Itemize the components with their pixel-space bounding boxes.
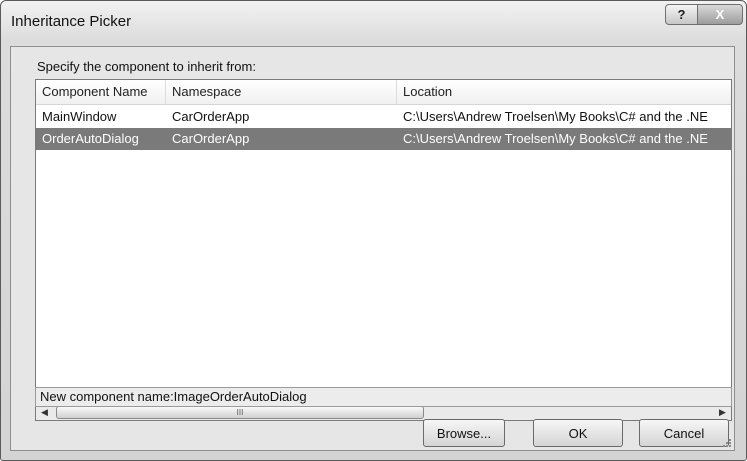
help-icon: ? [677,7,686,22]
cell-component-name: MainWindow [42,109,117,124]
list-header: Component Name Namespace Location [36,80,731,105]
browse-button[interactable]: Browse... [423,419,505,447]
window-title: Inheritance Picker [11,13,132,30]
list-row-selected[interactable]: OrderAutoDialog CarOrderApp C:\Users\And… [36,128,731,150]
cell-component-name: OrderAutoDialog [42,131,139,146]
cell-namespace: CarOrderApp [172,131,250,146]
column-header-namespace[interactable]: Namespace [166,80,397,104]
component-list[interactable]: Component Name Namespace Location MainWi… [35,79,732,421]
new-component-name-field: New component name:ImageOrderAutoDialog [35,387,732,407]
close-button[interactable]: X [697,4,743,25]
prompt-label: Specify the component to inherit from: [37,59,256,74]
list-row[interactable]: MainWindow CarOrderApp C:\Users\Andrew T… [36,106,731,128]
resize-grip-icon[interactable] [721,437,731,447]
cell-location: C:\Users\Andrew Troelsen\My Books\C# and… [403,109,708,124]
scrollbar-thumb[interactable]: III [56,406,424,419]
cell-namespace: CarOrderApp [172,109,250,124]
help-button[interactable]: ? [665,4,698,25]
ok-button[interactable]: OK [533,419,623,447]
inheritance-picker-dialog: Inheritance Picker ? X Specify the compo… [0,0,747,461]
column-header-location[interactable]: Location [397,80,731,104]
title-bar: Inheritance Picker ? X [1,1,746,41]
cancel-button[interactable]: Cancel [639,419,729,447]
column-header-component-name[interactable]: Component Name [36,80,166,104]
close-icon: X [715,7,725,22]
cell-location: C:\Users\Andrew Troelsen\My Books\C# and… [403,131,708,146]
dialog-body: Specify the component to inherit from: C… [10,46,735,451]
